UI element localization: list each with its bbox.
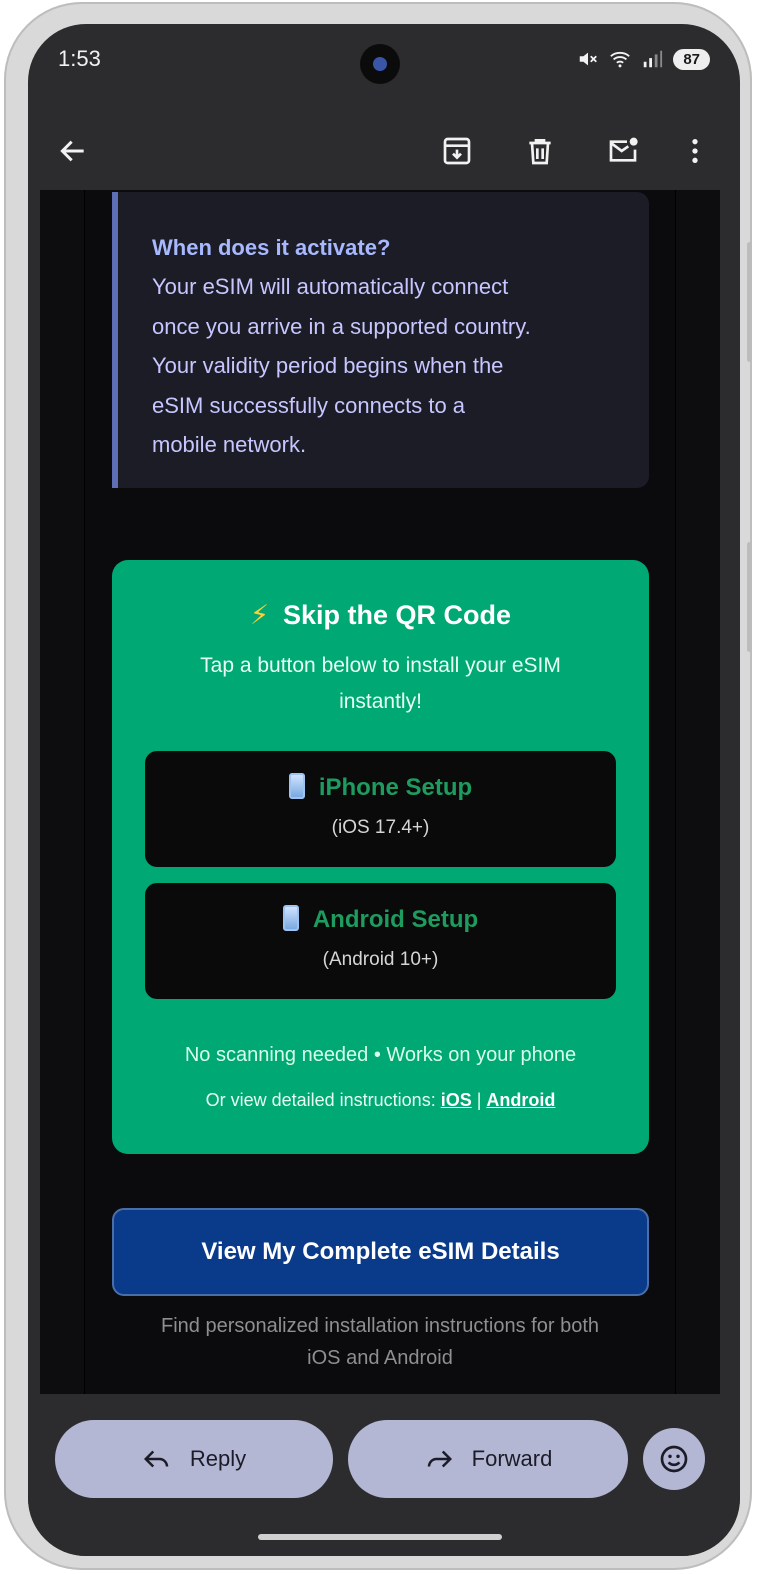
android-setup-button[interactable]: Android Setup (Android 10+) [145,883,616,999]
activation-info-box: When does it activate? Your eSIM will au… [112,192,649,488]
reply-icon [143,1450,169,1468]
detailed-instructions-line: Or view detailed instructions: iOS | And… [112,1090,649,1111]
lightning-icon: ⚡ [250,600,269,630]
skip-qr-subtitle-line: instantly! [339,690,422,713]
no-scanning-note: No scanning needed • Works on your phone [184,1044,577,1066]
mark-unread-icon [609,137,638,162]
activation-info-title: When does it activate? [152,235,391,260]
email-gutter-right [676,190,720,1394]
android-setup-text: Android Setup [312,906,479,933]
back-arrow-icon [60,140,84,162]
emoji-reaction-button[interactable] [643,1428,705,1490]
archive-icon [443,137,471,165]
forward-label: Forward [471,1446,553,1471]
email-gutter-left [40,190,84,1394]
iphone-setup-requirement: (iOS 17.4+) [331,817,430,838]
iphone-setup-text: iPhone Setup [318,774,473,801]
ios-instructions-link[interactable]: iOS [441,1090,472,1110]
trash-icon [529,139,551,165]
email-toolbar [28,114,740,190]
mark-unread-button[interactable] [598,126,648,176]
delete-button[interactable] [515,126,565,176]
email-content: When does it activate? Your eSIM will au… [85,190,675,1394]
details-note-line: Find personalized installation instructi… [160,1315,600,1337]
activation-info-line: Your eSIM will automatically connect [152,274,509,299]
mobile-phone-icon [282,905,299,931]
back-button[interactable] [48,126,98,176]
volume-button [747,242,752,362]
android-instructions-link[interactable]: Android [486,1090,555,1110]
activation-info-line: once you arrive in a supported country. [152,313,531,339]
screen: 1:53 87 When does it activate? Your eSIM… [28,24,740,1556]
archive-button[interactable] [432,126,482,176]
android-setup-label: Android Setup [145,905,616,934]
skip-qr-subtitle: Tap a button below to install your eSIM … [142,648,619,720]
link-separator: | [471,1090,487,1110]
forward-icon [427,1450,452,1468]
mobile-phone-icon [288,773,305,799]
activation-info-line: Your validity period begins when the [152,353,504,378]
view-esim-details-button[interactable]: View My Complete eSIM Details [112,1208,649,1296]
signal-icon [644,50,663,68]
status-icons: 87 [577,48,710,70]
email-body[interactable]: When does it activate? Your eSIM will au… [40,190,720,1394]
activation-info-line: eSIM successfully connects to a [152,392,466,418]
iphone-setup-button[interactable]: iPhone Setup (iOS 17.4+) [145,751,616,867]
more-options-button[interactable] [670,126,720,176]
bottom-action-bar: Reply Forward [28,1394,740,1556]
details-note: Find personalized installation instructi… [105,1310,655,1374]
phone-frame: 1:53 87 When does it activate? Your eSIM… [4,2,752,1570]
status-bar: 1:53 87 [28,24,740,99]
wifi-icon [610,51,631,68]
mute-icon [580,52,598,66]
details-note-line: iOS and Android [307,1347,453,1369]
detailed-instructions-prefix: Or view detailed instructions: [205,1090,441,1110]
activation-info-line: mobile network. [152,432,307,457]
iphone-setup-label: iPhone Setup [145,773,616,802]
reply-label: Reply [189,1446,247,1471]
skip-qr-title: ⚡ Skip the QR Code [112,600,649,631]
skip-qr-subtitle-line: Tap a button below to install your eSIM [200,654,561,677]
more-vert-icon [692,139,698,163]
battery-indicator: 87 [673,48,710,70]
android-setup-requirement: (Android 10+) [322,949,439,970]
skip-qr-title-text: Skip the QR Code [282,600,511,630]
smiley-icon [660,1445,688,1473]
power-button [747,542,752,652]
status-time: 1:53 [58,46,101,71]
reply-button[interactable]: Reply [55,1420,333,1498]
skip-qr-box: ⚡ Skip the QR Code Tap a button below to … [112,560,649,1154]
home-indicator[interactable] [258,1534,502,1540]
front-camera [360,44,400,84]
forward-button[interactable]: Forward [348,1420,628,1498]
